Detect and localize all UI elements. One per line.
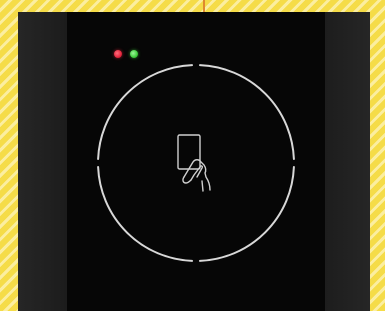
card-shape — [177, 134, 201, 170]
status-led-red — [114, 50, 122, 58]
tap-card-icon — [177, 134, 211, 192]
status-led-green — [130, 50, 138, 58]
thumb-shape — [182, 176, 192, 184]
hand-shape — [183, 159, 211, 192]
